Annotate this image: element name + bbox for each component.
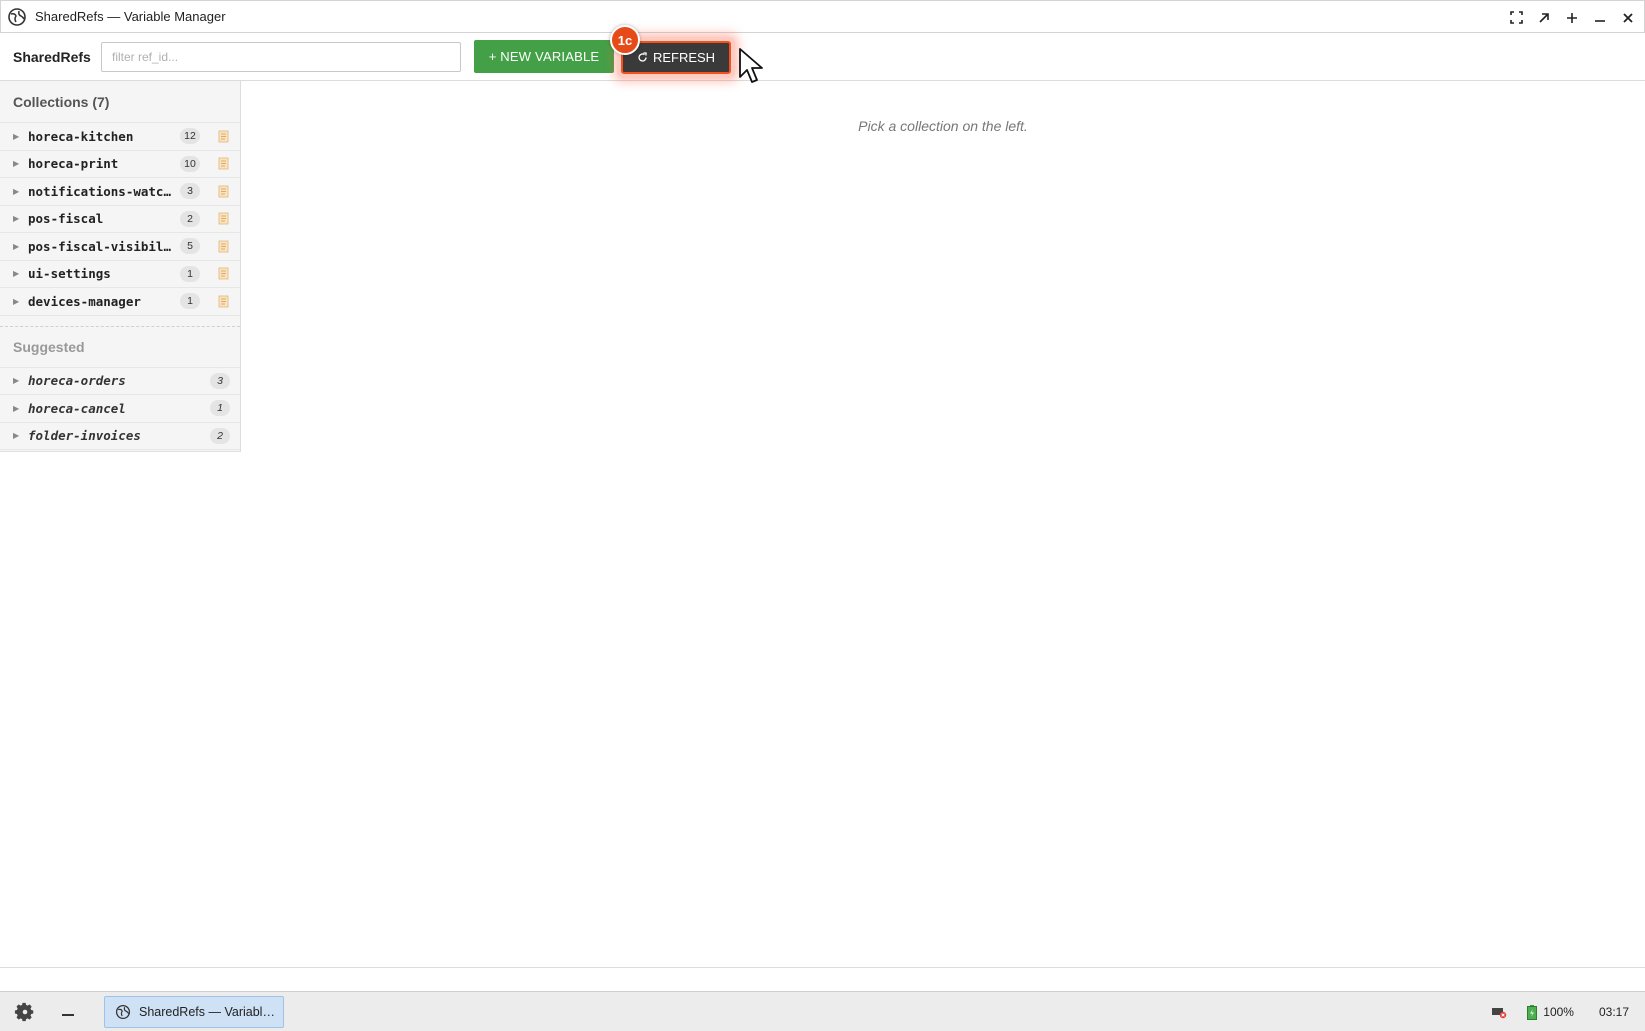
- doc-note-icon[interactable]: [218, 295, 229, 308]
- collections-name: pos-fiscal-visibili…: [28, 238, 174, 254]
- count-badge: 2: [210, 427, 230, 444]
- count-badge: 12: [180, 128, 200, 145]
- collections-row[interactable]: ▶ horeca-print 10: [0, 151, 240, 178]
- fullscreen-icon[interactable]: [1508, 10, 1524, 26]
- title-bar: SharedRefs — Variable Manager: [0, 0, 1645, 33]
- doc-note-icon[interactable]: [218, 185, 229, 198]
- collections-list: ▶ horeca-kitchen 12 ▶ horeca-print 10 ▶ notific…: [0, 123, 240, 316]
- doc-note-icon[interactable]: [218, 212, 229, 225]
- collections-row[interactable]: ▶ pos-fiscal 2: [0, 206, 240, 233]
- refresh-label: REFRESH: [652, 50, 716, 65]
- restore-icon[interactable]: [1536, 10, 1552, 26]
- expand-triangle-icon[interactable]: ▶: [13, 242, 25, 251]
- suggested-name: folder-invoices: [28, 428, 141, 444]
- count-badge: 1: [180, 265, 200, 282]
- empty-state-hint: Pick a collection on the left.: [858, 118, 1028, 134]
- collections-heading: Collections (7): [0, 81, 240, 123]
- gear-icon[interactable]: [14, 1001, 36, 1023]
- new-variable-button[interactable]: + NEW VARIABLE: [474, 40, 614, 73]
- count-badge: 3: [210, 372, 230, 389]
- count-badge: 5: [180, 238, 200, 255]
- collections-name: notifications-watch…: [28, 183, 174, 199]
- doc-note-icon[interactable]: [218, 267, 229, 280]
- suggested-row[interactable]: ▶ horeca-cancel 1: [0, 395, 240, 423]
- status-strip: [0, 967, 1645, 991]
- refresh-icon: [638, 52, 647, 62]
- expand-triangle-icon[interactable]: ▶: [13, 404, 25, 413]
- expand-triangle-icon[interactable]: ▶: [13, 431, 25, 440]
- window-controls: [1508, 1, 1636, 34]
- count-badge: 2: [180, 210, 200, 227]
- sidebar: Collections (7) ▶ horeca-kitchen 12 ▶ horeca…: [0, 81, 241, 452]
- suggested-name: horeca-cancel: [28, 400, 126, 416]
- window-title: SharedRefs — Variable Manager: [35, 9, 226, 24]
- collections-name: ui-settings: [28, 266, 111, 282]
- step-badge: 1c: [610, 25, 640, 55]
- close-icon[interactable]: [1620, 10, 1636, 26]
- mouse-cursor-icon: [739, 48, 763, 83]
- toolbar: SharedRefs + NEW VARIABLE: [0, 33, 1645, 81]
- count-badge: 1: [180, 293, 200, 310]
- expand-triangle-icon[interactable]: ▶: [13, 297, 25, 306]
- app-window: SharedRefs — Variable Manager SharedRefs…: [0, 0, 1645, 1031]
- collections-row[interactable]: ▶ pos-fiscal-visibili… 5: [0, 233, 240, 261]
- battery-percent: 100%: [1543, 1005, 1574, 1019]
- collections-row[interactable]: ▶ ui-settings 1: [0, 261, 240, 288]
- collections-name: pos-fiscal: [28, 211, 104, 227]
- count-badge: 3: [180, 183, 200, 200]
- collections-row[interactable]: ▶ horeca-kitchen 12: [0, 123, 240, 151]
- show-desktop-icon[interactable]: [62, 1013, 74, 1016]
- collections-row[interactable]: ▶ devices-manager 1: [0, 288, 240, 316]
- app-globe-icon: [8, 7, 26, 26]
- suggested-heading: Suggested: [0, 325, 240, 368]
- collections-name: horeca-kitchen: [28, 128, 134, 144]
- filter-input[interactable]: [101, 41, 461, 72]
- collections-name: devices-manager: [28, 293, 141, 309]
- suggested-row[interactable]: ▶ horeca-orders 3: [0, 368, 240, 395]
- expand-triangle-icon[interactable]: ▶: [13, 269, 25, 278]
- taskbar-app-item[interactable]: SharedRefs — Variabl…: [104, 995, 284, 1028]
- collections-name: horeca-print: [28, 156, 119, 172]
- app-globe-icon: [115, 1004, 131, 1019]
- collections-row[interactable]: ▶ notifications-watch… 3: [0, 178, 240, 206]
- clock[interactable]: 03:17: [1599, 1005, 1629, 1019]
- count-badge: 1: [210, 400, 230, 417]
- taskbar-app-label: SharedRefs — Variabl…: [139, 1004, 275, 1019]
- expand-triangle-icon[interactable]: ▶: [13, 159, 25, 168]
- suggested-list: ▶ horeca-orders 3 ▶ horeca-cancel 1 ▶ folder-in…: [0, 368, 240, 450]
- doc-note-icon[interactable]: [218, 130, 229, 143]
- system-tray: 100% 03:17: [1491, 992, 1645, 1031]
- maximize-icon[interactable]: [1564, 10, 1580, 26]
- battery-icon[interactable]: [1527, 1004, 1538, 1020]
- suggested-row[interactable]: ▶ folder-invoices 2: [0, 423, 240, 450]
- expand-triangle-icon[interactable]: ▶: [13, 214, 25, 223]
- suggested-name: horeca-orders: [28, 373, 126, 389]
- taskbar: SharedRefs — Variabl… 100% 03:17: [0, 991, 1645, 1031]
- doc-note-icon[interactable]: [218, 157, 229, 170]
- network-disconnected-icon[interactable]: [1491, 1005, 1507, 1019]
- doc-note-icon[interactable]: [218, 240, 229, 253]
- count-badge: 10: [180, 155, 200, 172]
- expand-triangle-icon[interactable]: ▶: [13, 376, 25, 385]
- expand-triangle-icon[interactable]: ▶: [13, 132, 25, 141]
- expand-triangle-icon[interactable]: ▶: [13, 187, 25, 196]
- minimize-icon[interactable]: [1592, 10, 1608, 26]
- brand-label: SharedRefs: [13, 48, 91, 65]
